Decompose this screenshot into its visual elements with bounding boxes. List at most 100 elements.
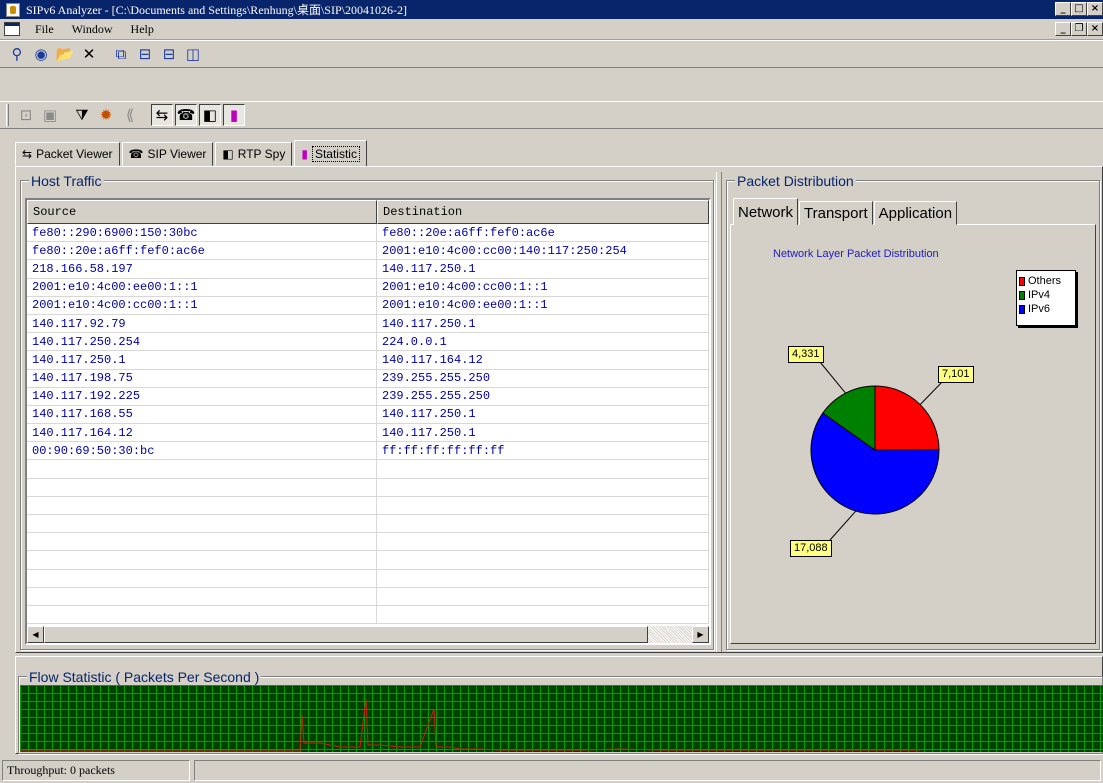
- filter-icon[interactable]: ⧩: [71, 104, 93, 126]
- table-row[interactable]: 140.117.168.55 140.117.250.1: [27, 405, 709, 425]
- tab-sip-viewer[interactable]: ☎ SIP Viewer: [121, 142, 214, 166]
- horizontal-scrollbar[interactable]: ◀ ▶: [27, 626, 709, 643]
- bar-chart-icon[interactable]: ▮: [223, 104, 245, 126]
- child-minimize-button[interactable]: _: [1055, 22, 1071, 36]
- table-row[interactable]: 140.117.250.254 224.0.0.1: [27, 333, 709, 352]
- cell-source: 140.117.198.75: [27, 369, 377, 388]
- child-restore-button[interactable]: ❐: [1071, 22, 1087, 36]
- tab-transport[interactable]: Transport: [799, 201, 873, 225]
- network-icon[interactable]: ⊡: [15, 104, 37, 126]
- phone-icon[interactable]: ☎: [175, 104, 197, 126]
- app-icon[interactable]: [6, 2, 20, 17]
- connect-icon[interactable]: ⚲: [6, 43, 28, 65]
- cell-source: [27, 515, 377, 534]
- cell-destination: [377, 587, 709, 606]
- scroll-right-button[interactable]: ▶: [692, 626, 709, 643]
- cell-destination: [377, 515, 709, 534]
- legend-item-ipv6: IPv6: [1019, 302, 1073, 316]
- legend-item-ipv4: IPv4: [1019, 288, 1073, 302]
- cell-source: 218.166.58.197: [27, 260, 377, 279]
- table-row[interactable]: 2001:e10:4c00:cc00:1::1 2001:e10:4c00:ee0…: [27, 296, 709, 315]
- rtp-icon[interactable]: ◧: [199, 104, 221, 126]
- tab-application[interactable]: Application: [873, 201, 958, 225]
- tab-statistic[interactable]: ▮ Statistic: [294, 140, 367, 166]
- tab-network[interactable]: Network: [733, 198, 799, 225]
- open-folder-icon[interactable]: 📂: [54, 43, 76, 65]
- scroll-thumb[interactable]: [44, 626, 648, 643]
- table-row[interactable]: [27, 533, 709, 552]
- host-traffic-table: Source Destination fe80::290:6900:150:30…: [25, 198, 711, 645]
- chart-legend: Others IPv4 IPv6: [1016, 270, 1076, 326]
- table-body: fe80::290:6900:150:30bc fe80::20e:a6ff:fe…: [27, 224, 709, 625]
- tile-icon[interactable]: ⊟: [134, 43, 156, 65]
- save-icon[interactable]: ▣: [39, 104, 61, 126]
- table-row[interactable]: 140.117.192.225 239.255.255.250: [27, 387, 709, 406]
- table-row[interactable]: 2001:e10:4c00:ee00:1::1 2001:e10:4c00:cc0…: [27, 278, 709, 297]
- tab-packet-viewer[interactable]: ⇆ Packet Viewer: [15, 142, 120, 166]
- menu-file[interactable]: File: [26, 22, 63, 37]
- close-button[interactable]: ×: [1087, 2, 1103, 16]
- table-row[interactable]: 140.117.92.79 140.117.250.1: [27, 314, 709, 334]
- cell-destination: 140.117.250.1: [377, 260, 709, 279]
- cell-source: 140.117.250.254: [27, 333, 377, 352]
- tile-vertical-icon[interactable]: ◫: [182, 43, 204, 65]
- back-icon[interactable]: ⟪: [119, 104, 141, 126]
- table-row[interactable]: [27, 605, 709, 625]
- cell-destination: ff:ff:ff:ff:ff:ff: [377, 442, 709, 461]
- status-bar: Throughput: 0 packets: [0, 757, 1103, 783]
- cell-source: [27, 496, 377, 515]
- table-row[interactable]: 140.117.250.1 140.117.164.12: [27, 351, 709, 370]
- table-row[interactable]: [27, 551, 709, 570]
- cell-source: 00:90:69:50:30:bc: [27, 442, 377, 461]
- table-row[interactable]: fe80::20e:a6ff:fef0:ac6e 2001:e10:4c00:cc…: [27, 242, 709, 261]
- cell-source: [27, 605, 377, 625]
- chart-title: Network Layer Packet Distribution: [773, 248, 939, 260]
- minimize-button[interactable]: _: [1055, 2, 1071, 16]
- cell-source: [27, 551, 377, 570]
- settings-icon[interactable]: ✹: [95, 104, 117, 126]
- legend-swatch: [1019, 276, 1025, 286]
- menu-help[interactable]: Help: [122, 22, 163, 37]
- document-icon[interactable]: [4, 22, 20, 36]
- table-row[interactable]: [27, 587, 709, 606]
- cell-destination: 140.117.250.1: [377, 424, 709, 443]
- flow-statistic-title: Flow Statistic ( Packets Per Second ): [27, 669, 262, 685]
- close-file-icon[interactable]: ✕: [78, 43, 100, 65]
- table-row[interactable]: [27, 460, 709, 479]
- cell-destination: [377, 605, 709, 625]
- maximize-button[interactable]: □: [1071, 2, 1087, 16]
- table-row[interactable]: [27, 496, 709, 515]
- table-row[interactable]: fe80::290:6900:150:30bc fe80::20e:a6ff:fe…: [27, 224, 709, 243]
- scroll-track[interactable]: [648, 626, 692, 643]
- cell-destination: [377, 569, 709, 588]
- cell-destination: 2001:e10:4c00:cc00:1::1: [377, 278, 709, 297]
- scroll-left-button[interactable]: ◀: [27, 626, 44, 643]
- vertical-splitter[interactable]: [716, 172, 722, 652]
- table-row[interactable]: [27, 478, 709, 497]
- menu-window[interactable]: Window: [63, 22, 122, 37]
- column-header-source[interactable]: Source: [27, 200, 377, 224]
- table-row[interactable]: [27, 515, 709, 534]
- tab-label: RTP Spy: [237, 147, 286, 161]
- cell-destination: [377, 533, 709, 552]
- tile-horizontal-icon[interactable]: ⊟: [158, 43, 180, 65]
- cell-destination: fe80::20e:a6ff:fef0:ac6e: [377, 224, 709, 243]
- table-row[interactable]: [27, 569, 709, 588]
- cell-source: 140.117.250.1: [27, 351, 377, 370]
- table-row[interactable]: 140.117.198.75 239.255.255.250: [27, 369, 709, 388]
- table-row[interactable]: 140.117.164.12 140.117.250.1: [27, 424, 709, 443]
- capture-icon[interactable]: ◉: [30, 43, 52, 65]
- cascade-icon[interactable]: ⧉: [110, 43, 132, 65]
- tab-rtp-spy[interactable]: ◧ RTP Spy: [215, 142, 293, 166]
- table-row[interactable]: 218.166.58.197 140.117.250.1: [27, 260, 709, 279]
- packet-viewer-icon[interactable]: ⇆: [151, 104, 173, 126]
- title-bar: SIPv6 Analyzer - [C:\Documents and Setti…: [0, 0, 1103, 19]
- cell-destination: 224.0.0.1: [377, 333, 709, 352]
- cell-destination: 2001:e10:4c00:cc00:140:117:250:254: [377, 242, 709, 261]
- table-row[interactable]: 00:90:69:50:30:bc ff:ff:ff:ff:ff:ff: [27, 442, 709, 461]
- toolbar-grip[interactable]: [6, 104, 9, 126]
- column-header-destination[interactable]: Destination: [377, 200, 709, 224]
- child-close-button[interactable]: ×: [1087, 22, 1103, 36]
- cell-source: 2001:e10:4c00:ee00:1::1: [27, 278, 377, 297]
- cell-source: 140.117.168.55: [27, 405, 377, 425]
